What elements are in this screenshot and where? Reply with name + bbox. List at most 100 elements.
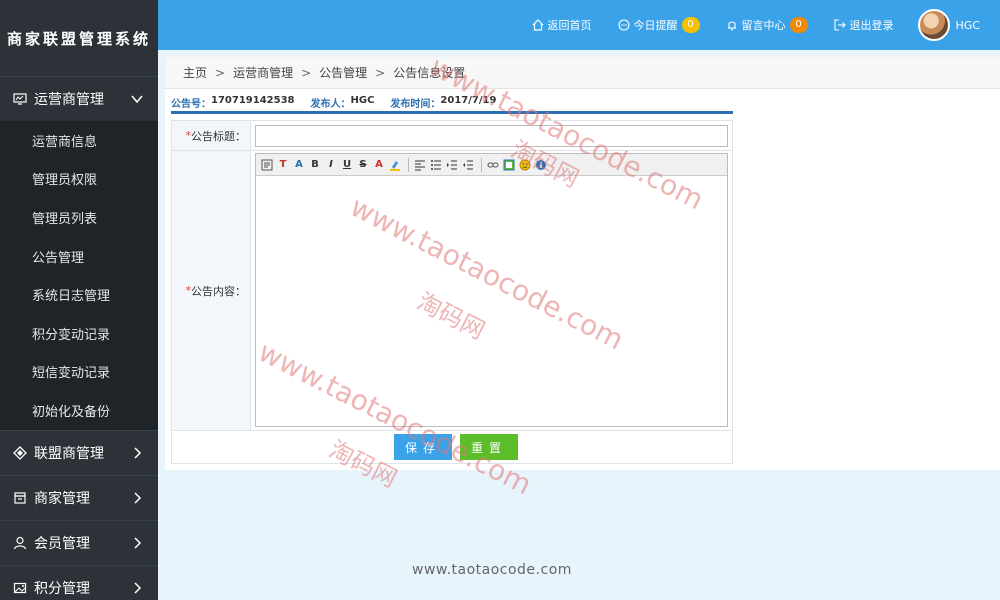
logout-link[interactable]: 退出登录: [833, 17, 894, 33]
publish-time-label: 发布时间：: [390, 99, 441, 110]
link-icon[interactable]: [486, 158, 500, 172]
list-icon[interactable]: [429, 158, 443, 172]
content-label: * 公告内容：: [172, 151, 251, 430]
monitor-icon: [12, 91, 28, 107]
main-panel: 主页 > 运营商管理 > 公告管理 > 公告信息设置 公告号： 17071914…: [165, 57, 1000, 470]
save-button[interactable]: 保存: [394, 434, 452, 460]
home-icon: [532, 19, 543, 31]
nav-group-merchant: 商家管理: [0, 474, 158, 520]
sidebar-item-admin-permissions[interactable]: 管理员权限: [0, 160, 158, 199]
chevron-right-icon: [128, 579, 146, 597]
button-row: 保存 重置: [172, 431, 732, 463]
highlight-icon[interactable]: [388, 158, 402, 172]
editor-toolbar: T A B I U S A i: [256, 154, 727, 176]
sidebar-item-points-changes[interactable]: 积分变动记录: [0, 314, 158, 353]
italic-icon[interactable]: I: [324, 158, 338, 172]
breadcrumb-separator: >: [215, 65, 226, 80]
emoticon-icon[interactable]: [518, 158, 532, 172]
notice-meta: 公告号： 170719142538 发布人： HGC 发布时间： 2017/7/…: [171, 95, 512, 110]
title-label: * 公告标题：: [172, 121, 251, 150]
image-insert-icon[interactable]: [502, 158, 516, 172]
nav-group-alliance: 联盟商管理: [0, 429, 158, 475]
store-icon: [12, 490, 28, 506]
content-field-cell: T A B I U S A i: [251, 151, 732, 430]
notice-title-input[interactable]: [255, 125, 728, 147]
reminder-link[interactable]: 今日提醒 0: [617, 17, 700, 33]
chevron-down-icon: [128, 90, 146, 108]
nav-head-label: 会员管理: [34, 535, 90, 552]
toolbar-separator: [408, 157, 409, 172]
font-size-icon[interactable]: A: [292, 158, 306, 172]
editor-content-area[interactable]: [256, 176, 727, 426]
nav-head-label: 运营商管理: [34, 92, 104, 108]
notice-id-label: 公告号：: [171, 99, 211, 110]
nav-head-points[interactable]: 积分管理: [0, 566, 158, 600]
sidebar-item-admin-list[interactable]: 管理员列表: [0, 198, 158, 237]
breadcrumb-operator[interactable]: 运营商管理: [233, 64, 293, 81]
nav-head-label: 积分管理: [34, 580, 90, 597]
message-center-link[interactable]: 留言中心 0: [726, 17, 808, 33]
breadcrumb-current: 公告信息设置: [393, 66, 466, 80]
home-link-label: 返回首页: [547, 19, 592, 32]
source-icon[interactable]: [260, 158, 274, 172]
avatar[interactable]: [917, 9, 950, 41]
toolbar-separator: [481, 157, 482, 172]
footer-watermark: www.taotaocode.com: [412, 562, 572, 578]
indent-icon[interactable]: [445, 158, 459, 172]
sidebar-item-init-backup[interactable]: 初始化及备份: [0, 391, 158, 430]
sidebar-item-sms-changes[interactable]: 短信变动记录: [0, 353, 158, 392]
reminder-link-label: 今日提醒: [633, 19, 678, 32]
chevron-right-icon: [128, 444, 146, 462]
bold-icon[interactable]: B: [308, 158, 322, 172]
notice-id-value: 170719142538: [211, 95, 295, 106]
publisher-label: 发布人：: [310, 99, 351, 110]
message-center-label: 留言中心: [741, 19, 786, 32]
svg-text:i: i: [540, 161, 543, 170]
breadcrumb-separator: >: [301, 65, 312, 80]
title-field-cell: [251, 121, 732, 150]
reset-button[interactable]: 重置: [460, 434, 518, 460]
sidebar-item-notice-management[interactable]: 公告管理: [0, 237, 158, 276]
sidebar-item-operator-info[interactable]: 运营商信息: [0, 121, 158, 160]
nav-head-member[interactable]: 会员管理: [0, 521, 158, 565]
content-row: * 公告内容： T A B I U S A i: [172, 151, 732, 431]
message-count-badge: 0: [789, 17, 808, 33]
user-icon: [12, 535, 28, 551]
nav-submenu-operator: 运营商信息 管理员权限 管理员列表 公告管理 系统日志管理 积分变动记录 短信变…: [0, 121, 158, 430]
nav-group-points: 积分管理: [0, 564, 158, 600]
breadcrumb-separator: >: [375, 65, 386, 80]
nav-group-operator: 运营商管理 运营商信息 管理员权限 管理员列表 公告管理 系统日志管理 积分变动…: [0, 76, 158, 430]
nav-head-operator[interactable]: 运营商管理: [0, 77, 158, 121]
sidebar: 商家联盟管理系统 运营商管理 运营商信息 管理员权限 管理员列表 公告管理 系统…: [0, 0, 158, 600]
nav-head-label: 联盟商管理: [34, 445, 104, 462]
breadcrumb-home[interactable]: 主页: [183, 64, 207, 81]
font-color-icon[interactable]: A: [372, 158, 386, 172]
strikethrough-icon[interactable]: S: [356, 158, 370, 172]
chevron-right-icon: [128, 534, 146, 552]
bell-icon: [727, 21, 736, 31]
rich-text-editor: T A B I U S A i: [255, 153, 728, 427]
format-painter-icon[interactable]: T: [276, 158, 290, 172]
underline-icon[interactable]: U: [340, 158, 354, 172]
sidebar-item-system-log[interactable]: 系统日志管理: [0, 275, 158, 314]
outdent-icon[interactable]: [461, 158, 475, 172]
publisher-value: HGC: [350, 95, 375, 106]
nav-head-merchant[interactable]: 商家管理: [0, 476, 158, 520]
logout-label: 退出登录: [849, 19, 894, 32]
nav-group-member: 会员管理: [0, 519, 158, 565]
publish-time-value: 2017/7/19: [440, 95, 497, 106]
chevron-right-icon: [128, 489, 146, 507]
reminder-count-badge: 0: [681, 17, 700, 33]
align-left-icon[interactable]: [413, 158, 427, 172]
app-logo-title: 商家联盟管理系统: [6, 29, 151, 48]
top-bar: 返回首页 今日提醒 0 留言中心 0 退出登录 HGC: [158, 0, 1000, 50]
logout-icon: [833, 19, 846, 31]
username: HGC: [955, 18, 980, 32]
nav-head-alliance[interactable]: 联盟商管理: [0, 431, 158, 475]
diamond-icon: [12, 445, 28, 461]
home-link[interactable]: 返回首页: [532, 17, 592, 33]
image-icon: [12, 580, 28, 596]
about-icon[interactable]: i: [534, 158, 548, 172]
title-row: * 公告标题：: [172, 121, 732, 151]
breadcrumb-notice[interactable]: 公告管理: [319, 64, 367, 81]
